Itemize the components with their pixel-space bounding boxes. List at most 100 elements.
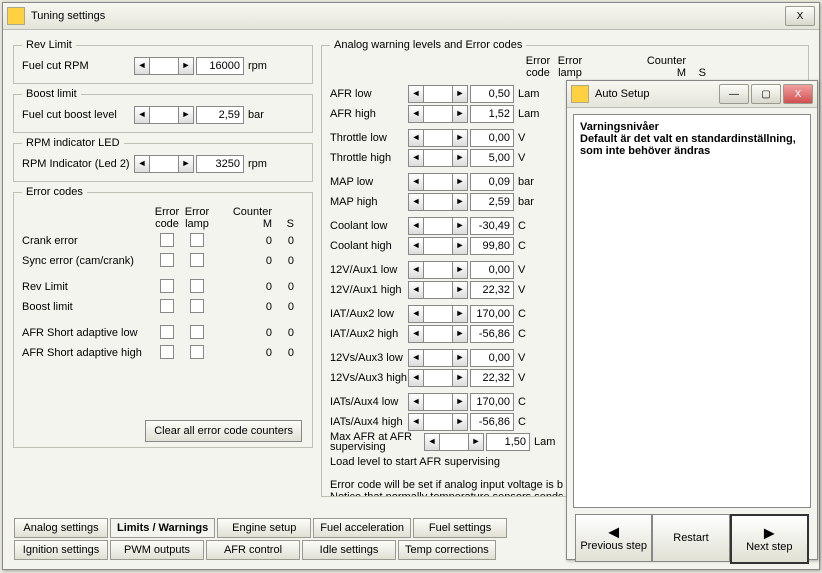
arrow-left-icon[interactable]: ◄ [408, 393, 424, 411]
analog-value[interactable]: 0,00 [470, 349, 514, 367]
error-code-checkbox[interactable] [160, 279, 174, 293]
tab-fuel-acceleration[interactable]: Fuel acceleration [313, 518, 411, 538]
rpm-indicator-value[interactable]: 3250 [196, 155, 244, 173]
error-lamp-checkbox[interactable] [190, 325, 204, 339]
analog-value[interactable]: 0,00 [470, 261, 514, 279]
analog-value[interactable]: -30,49 [470, 217, 514, 235]
analog-spinner[interactable]: ◄► [408, 85, 468, 103]
arrow-left-icon[interactable]: ◄ [408, 369, 424, 387]
arrow-left-icon[interactable]: ◄ [408, 149, 424, 167]
analog-value[interactable]: 5,00 [470, 149, 514, 167]
tab-pwm-outputs[interactable]: PWM outputs [110, 540, 204, 560]
arrow-right-icon[interactable]: ► [452, 305, 468, 323]
analog-value[interactable]: 0,00 [470, 129, 514, 147]
arrow-left-icon[interactable]: ◄ [408, 193, 424, 211]
arrow-right-icon[interactable]: ► [452, 105, 468, 123]
arrow-right-icon[interactable]: ► [452, 325, 468, 343]
analog-value[interactable]: 0,09 [470, 173, 514, 191]
arrow-left-icon[interactable]: ◄ [408, 129, 424, 147]
arrow-left-icon[interactable]: ◄ [134, 106, 150, 124]
arrow-left-icon[interactable]: ◄ [408, 85, 424, 103]
analog-spinner[interactable]: ◄► [408, 105, 468, 123]
arrow-left-icon[interactable]: ◄ [408, 413, 424, 431]
arrow-right-icon[interactable]: ► [452, 369, 468, 387]
arrow-left-icon[interactable]: ◄ [424, 433, 440, 451]
analog-value[interactable]: 1,52 [470, 105, 514, 123]
arrow-right-icon[interactable]: ► [178, 57, 194, 75]
analog-value[interactable]: 170,00 [470, 393, 514, 411]
arrow-right-icon[interactable]: ► [452, 237, 468, 255]
arrow-right-icon[interactable]: ► [452, 129, 468, 147]
arrow-right-icon[interactable]: ► [178, 155, 194, 173]
error-lamp-checkbox[interactable] [190, 345, 204, 359]
arrow-left-icon[interactable]: ◄ [408, 349, 424, 367]
max-afr-spinner[interactable]: ◄► [424, 433, 484, 451]
analog-spinner[interactable]: ◄► [408, 129, 468, 147]
fuel-cut-boost-value[interactable]: 2,59 [196, 106, 244, 124]
tab-ignition-settings[interactable]: Ignition settings [14, 540, 108, 560]
rpm-indicator-spinner[interactable]: ◄► [134, 155, 194, 173]
analog-spinner[interactable]: ◄► [408, 413, 468, 431]
arrow-left-icon[interactable]: ◄ [134, 155, 150, 173]
tab-idle-settings[interactable]: Idle settings [302, 540, 396, 560]
analog-spinner[interactable]: ◄► [408, 325, 468, 343]
arrow-left-icon[interactable]: ◄ [408, 325, 424, 343]
analog-value[interactable]: 22,32 [470, 281, 514, 299]
analog-value[interactable]: -56,86 [470, 413, 514, 431]
analog-spinner[interactable]: ◄► [408, 237, 468, 255]
error-code-checkbox[interactable] [160, 299, 174, 313]
arrow-right-icon[interactable]: ► [468, 433, 484, 451]
arrow-left-icon[interactable]: ◄ [408, 237, 424, 255]
arrow-left-icon[interactable]: ◄ [134, 57, 150, 75]
error-lamp-checkbox[interactable] [190, 253, 204, 267]
minimize-button[interactable]: — [719, 84, 749, 104]
tab-analog-settings[interactable]: Analog settings [14, 518, 108, 538]
analog-spinner[interactable]: ◄► [408, 305, 468, 323]
analog-value[interactable]: -56,86 [470, 325, 514, 343]
error-lamp-checkbox[interactable] [190, 299, 204, 313]
close-button[interactable]: X [785, 6, 815, 26]
arrow-right-icon[interactable]: ► [452, 281, 468, 299]
popup-close-button[interactable]: X [783, 84, 813, 104]
arrow-left-icon[interactable]: ◄ [408, 217, 424, 235]
analog-value[interactable]: 22,32 [470, 369, 514, 387]
max-afr-value[interactable]: 1,50 [486, 433, 530, 451]
analog-value[interactable]: 99,80 [470, 237, 514, 255]
analog-spinner[interactable]: ◄► [408, 217, 468, 235]
arrow-right-icon[interactable]: ► [178, 106, 194, 124]
analog-spinner[interactable]: ◄► [408, 349, 468, 367]
fuel-cut-rpm-value[interactable]: 16000 [196, 57, 244, 75]
tab-limits-warnings[interactable]: Limits / Warnings [110, 518, 215, 538]
tab-afr-control[interactable]: AFR control [206, 540, 300, 560]
clear-error-codes-button[interactable]: Clear all error code counters [145, 420, 302, 442]
maximize-button[interactable]: ▢ [751, 84, 781, 104]
arrow-right-icon[interactable]: ► [452, 261, 468, 279]
error-lamp-checkbox[interactable] [190, 233, 204, 247]
analog-value[interactable]: 0,50 [470, 85, 514, 103]
previous-step-button[interactable]: ◄ Previous step [575, 514, 652, 562]
error-code-checkbox[interactable] [160, 253, 174, 267]
analog-spinner[interactable]: ◄► [408, 193, 468, 211]
arrow-right-icon[interactable]: ► [452, 217, 468, 235]
arrow-left-icon[interactable]: ◄ [408, 105, 424, 123]
restart-button[interactable]: Restart [652, 514, 729, 562]
arrow-right-icon[interactable]: ► [452, 149, 468, 167]
arrow-left-icon[interactable]: ◄ [408, 305, 424, 323]
arrow-right-icon[interactable]: ► [452, 193, 468, 211]
main-titlebar[interactable]: Tuning settings X [3, 3, 819, 30]
analog-spinner[interactable]: ◄► [408, 149, 468, 167]
analog-spinner[interactable]: ◄► [408, 281, 468, 299]
error-code-checkbox[interactable] [160, 325, 174, 339]
tab-fuel-settings[interactable]: Fuel settings [413, 518, 507, 538]
error-lamp-checkbox[interactable] [190, 279, 204, 293]
analog-spinner[interactable]: ◄► [408, 173, 468, 191]
analog-value[interactable]: 170,00 [470, 305, 514, 323]
analog-spinner[interactable]: ◄► [408, 369, 468, 387]
arrow-right-icon[interactable]: ► [452, 413, 468, 431]
error-code-checkbox[interactable] [160, 345, 174, 359]
arrow-left-icon[interactable]: ◄ [408, 281, 424, 299]
fuel-cut-rpm-spinner[interactable]: ◄► [134, 57, 194, 75]
tab-engine-setup[interactable]: Engine setup [217, 518, 311, 538]
arrow-right-icon[interactable]: ► [452, 393, 468, 411]
arrow-right-icon[interactable]: ► [452, 85, 468, 103]
